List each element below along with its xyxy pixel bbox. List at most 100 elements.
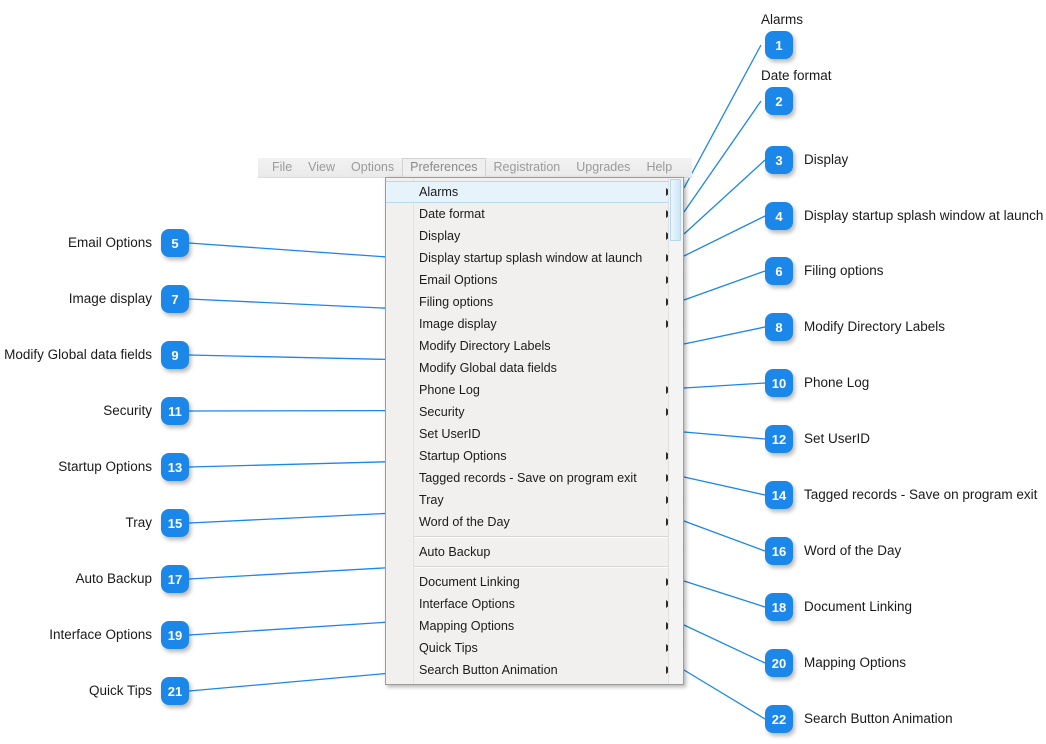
callout-badge[interactable]: 10 — [765, 369, 793, 397]
connector-line — [683, 669, 766, 720]
menu-item-filing-options[interactable]: Filing options — [386, 291, 683, 313]
connector-line — [683, 100, 762, 213]
callout-14[interactable]: 14 Tagged records - Save on program exit — [765, 481, 1037, 509]
menu-item-image-display[interactable]: Image display — [386, 313, 683, 335]
menu-item-tray[interactable]: Tray — [386, 489, 683, 511]
callout-badge[interactable]: 16 — [765, 537, 793, 565]
menu-item-search-button-animation[interactable]: Search Button Animation — [386, 659, 683, 681]
callout-badge[interactable]: 4 — [765, 202, 793, 230]
callout-diagram: File View Options Preferences Registration Up… — [0, 0, 1046, 744]
callout-5[interactable]: Email Options 5 — [0, 229, 189, 257]
menubar-item-view[interactable]: View — [300, 158, 343, 177]
callout-badge[interactable]: 13 — [161, 453, 189, 481]
menu-item-mapping-options[interactable]: Mapping Options — [386, 615, 683, 637]
menu-item-label: Display startup splash window at launch — [419, 251, 643, 265]
menu-item-security[interactable]: Security — [386, 401, 683, 423]
menu-item-label: Filing options — [419, 295, 494, 309]
menubar-item-options[interactable]: Options — [343, 158, 402, 177]
menu-item-display[interactable]: Display — [386, 225, 683, 247]
callout-badge[interactable]: 2 — [765, 87, 793, 115]
menu-item-set-userid[interactable]: Set UserID — [386, 423, 683, 445]
menu-item-label: Modify Global data fields — [419, 361, 557, 375]
connector-line — [683, 382, 766, 389]
callout-10[interactable]: 10 Phone Log — [765, 369, 869, 397]
callout-label: Tagged records - Save on program exit — [804, 487, 1038, 502]
callout-label: Quick Tips — [88, 683, 152, 698]
menu-scrollbar[interactable] — [668, 178, 683, 684]
menu-item-display-startup-splash-window-at-launch[interactable]: Display startup splash window at launch — [386, 247, 683, 269]
menu-item-interface-options[interactable]: Interface Options — [386, 593, 683, 615]
callout-3[interactable]: 3 Display — [765, 146, 848, 174]
preferences-dropdown-menu[interactable]: Alarms Date format Display Display startup … — [385, 177, 684, 685]
menu-item-alarms[interactable]: Alarms — [386, 181, 683, 203]
menu-item-date-format[interactable]: Date format — [386, 203, 683, 225]
callout-badge[interactable]: 20 — [765, 649, 793, 677]
callout-badge[interactable]: 19 — [161, 621, 189, 649]
menu-item-label: Word of the Day — [419, 515, 510, 529]
callout-7[interactable]: Image display 7 — [0, 285, 189, 313]
menu-scrollbar-thumb[interactable] — [670, 179, 681, 241]
callout-label: Date format — [761, 68, 832, 83]
menu-item-phone-log[interactable]: Phone Log — [386, 379, 683, 401]
callout-badge[interactable]: 14 — [765, 481, 793, 509]
menu-item-label: Security — [419, 405, 465, 419]
menu-item-modify-directory-labels[interactable]: Modify Directory Labels — [386, 335, 683, 357]
menubar-item-preferences[interactable]: Preferences — [402, 158, 486, 177]
connector-line — [683, 520, 766, 552]
callout-12[interactable]: 12 Set UserID — [765, 425, 870, 453]
callout-22[interactable]: 22 Search Button Animation — [765, 705, 953, 733]
callout-13[interactable]: Startup Options 13 — [0, 453, 189, 481]
menu-item-word-of-the-day[interactable]: Word of the Day — [386, 511, 683, 533]
callout-badge[interactable]: 12 — [765, 425, 793, 453]
menu-item-email-options[interactable]: Email Options — [386, 269, 683, 291]
menu-item-label: Mapping Options — [419, 619, 515, 633]
callout-21[interactable]: Quick Tips 21 — [0, 677, 189, 705]
callout-11[interactable]: Security 11 — [0, 397, 189, 425]
callout-4[interactable]: 4 Display startup splash window at launch — [765, 202, 1043, 230]
callout-20[interactable]: 20 Mapping Options — [765, 649, 906, 677]
menu-item-document-linking[interactable]: Document Linking — [386, 571, 683, 593]
callout-9[interactable]: Modify Global data fields 9 — [0, 341, 189, 369]
callout-badge[interactable]: 22 — [765, 705, 793, 733]
menu-bar: File View Options Preferences Registration Up… — [258, 158, 692, 178]
callout-label: Modify Global data fields — [4, 347, 152, 362]
menu-item-label: Modify Directory Labels — [419, 339, 551, 353]
callout-badge[interactable]: 6 — [765, 257, 793, 285]
callout-badge[interactable]: 21 — [161, 677, 189, 705]
callout-badge[interactable]: 9 — [161, 341, 189, 369]
callout-label: Display startup splash window at launch — [804, 208, 1044, 223]
menubar-item-file[interactable]: File — [264, 158, 300, 177]
callout-19[interactable]: Interface Options 19 — [0, 621, 189, 649]
callout-badge[interactable]: 17 — [161, 565, 189, 593]
callout-badge[interactable]: 11 — [161, 397, 189, 425]
callout-label: Email Options — [67, 235, 152, 250]
callout-8[interactable]: 8 Modify Directory Labels — [765, 313, 945, 341]
callout-1[interactable]: Alarms 1 — [761, 12, 803, 59]
callout-badge[interactable]: 5 — [161, 229, 189, 257]
callout-badge[interactable]: 18 — [765, 593, 793, 621]
callout-badge[interactable]: 8 — [765, 313, 793, 341]
callout-6[interactable]: 6 Filing options — [765, 257, 884, 285]
menu-item-tagged-records-save-on-program-exit[interactable]: Tagged records - Save on program exit — [386, 467, 683, 489]
menu-item-startup-options[interactable]: Startup Options — [386, 445, 683, 467]
callout-badge[interactable]: 3 — [765, 146, 793, 174]
callout-label: Security — [103, 403, 152, 418]
menu-item-label: Display — [419, 229, 461, 243]
callout-label: Phone Log — [804, 375, 870, 390]
callout-17[interactable]: Auto Backup 17 — [0, 565, 189, 593]
callout-badge[interactable]: 1 — [765, 31, 793, 59]
menu-item-modify-global-data-fields[interactable]: Modify Global data fields — [386, 357, 683, 379]
menu-separator — [414, 536, 682, 538]
callout-badge[interactable]: 7 — [161, 285, 189, 313]
menubar-item-upgrades[interactable]: Upgrades — [568, 158, 638, 177]
callout-badge[interactable]: 15 — [161, 509, 189, 537]
menubar-item-registration[interactable]: Registration — [486, 158, 569, 177]
menu-item-auto-backup[interactable]: Auto Backup — [386, 541, 683, 563]
callout-2[interactable]: Date format 2 — [761, 68, 832, 115]
callout-16[interactable]: 16 Word of the Day — [765, 537, 901, 565]
menubar-item-help[interactable]: Help — [638, 158, 680, 177]
menu-item-quick-tips[interactable]: Quick Tips — [386, 637, 683, 659]
callout-15[interactable]: Tray 15 — [0, 509, 189, 537]
callout-18[interactable]: 18 Document Linking — [765, 593, 912, 621]
menu-scrollbar-track[interactable] — [669, 242, 683, 684]
